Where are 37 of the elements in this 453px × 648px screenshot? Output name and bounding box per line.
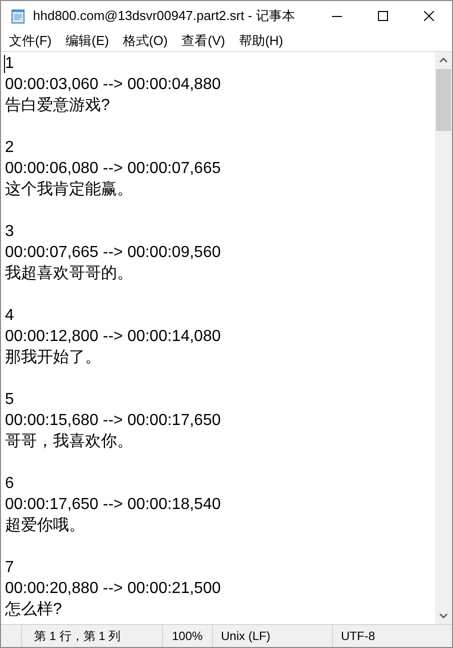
subtitle-timecode: 00:00:03,060 --> 00:00:04,880 — [5, 75, 221, 95]
close-icon — [424, 11, 434, 21]
subtitle-text: 哥哥，我喜欢你。 — [5, 432, 133, 452]
subtitle-index: 7 — [5, 558, 14, 578]
window-title: hhd800.com@13dsvr00947.part2.srt - 记事本 — [33, 7, 295, 26]
subtitle-text: 那我开始了。 — [5, 348, 101, 368]
subtitle-text: 我超喜欢哥哥的。 — [5, 264, 133, 284]
menu-item[interactable]: 编辑(E) — [58, 31, 116, 51]
scrollbar-thumb[interactable] — [436, 69, 451, 131]
subtitle-text: 这个我肯定能赢。 — [5, 180, 133, 200]
subtitle-timecode: 00:00:06,080 --> 00:00:07,665 — [5, 159, 221, 179]
subtitle-text: 怎么样? — [5, 600, 62, 620]
subtitle-text: 告白爱意游戏? — [5, 96, 110, 116]
subtitle-index: 6 — [5, 474, 14, 494]
line-ending: Unix (LF) — [213, 625, 333, 647]
subtitle-timecode: 00:00:20,880 --> 00:00:21,500 — [5, 579, 221, 599]
subtitle-index: 2 — [5, 138, 14, 158]
menu-item[interactable]: 查看(V) — [174, 31, 232, 51]
subtitle-timecode: 00:00:12,800 --> 00:00:14,080 — [5, 327, 221, 347]
subtitle-index: 3 — [5, 222, 14, 242]
text-cursor — [4, 55, 5, 73]
maximize-icon — [378, 11, 388, 21]
subtitle-timecode: 00:00:15,680 --> 00:00:17,650 — [5, 411, 221, 431]
subtitle-index: 4 — [5, 306, 14, 326]
zoom-level: 100% — [163, 625, 213, 647]
subtitle-index: 5 — [5, 390, 14, 410]
subtitle-text: 超爱你哦。 — [5, 516, 85, 536]
subtitle-timecode: 00:00:07,665 --> 00:00:09,560 — [5, 243, 221, 263]
menu-item[interactable]: 帮助(H) — [232, 31, 290, 51]
scrollbar[interactable] — [435, 52, 452, 624]
menu-item[interactable]: 文件(F) — [2, 31, 59, 51]
subtitle-timecode: 00:00:17,650 --> 00:00:18,540 — [5, 495, 221, 515]
notepad-icon — [10, 8, 26, 24]
subtitle-index: 1 — [5, 54, 14, 74]
menu-item[interactable]: 格式(O) — [116, 31, 175, 51]
encoding: UTF-8 — [340, 628, 375, 645]
cursor-position: 第 1 行，第 1 列 — [22, 625, 163, 647]
